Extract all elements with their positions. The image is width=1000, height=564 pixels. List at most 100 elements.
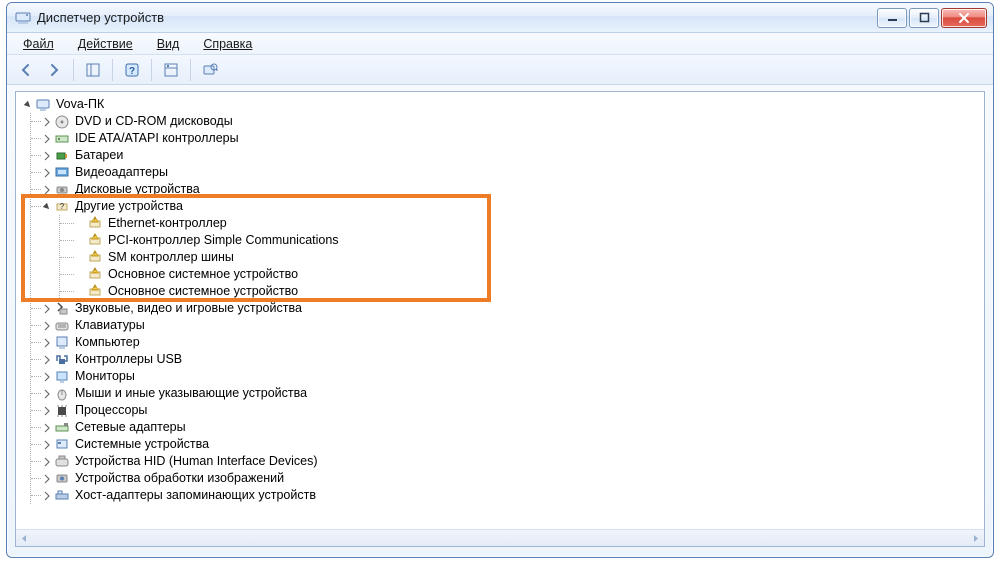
tree-device[interactable]: !Основное системное устройство (60, 283, 980, 300)
toolbar-separator (112, 59, 113, 81)
tree-device[interactable]: !Основное системное устройство (60, 266, 980, 283)
scan-hardware-button[interactable] (197, 57, 223, 83)
tree-category[interactable]: Видеоадаптеры (31, 164, 980, 181)
close-button[interactable] (941, 8, 987, 28)
scroll-right-icon[interactable] (967, 530, 984, 547)
tree-category[interactable]: Звуковые, видео и игровые устройства (31, 300, 980, 317)
unknown-device-warning-icon: ! (87, 250, 103, 266)
device-category-icon (54, 488, 70, 504)
expander-expand-icon[interactable] (41, 436, 53, 453)
tree-device[interactable]: ! SM контроллер шины (60, 249, 980, 266)
toolbar: ? (7, 55, 993, 85)
help-button[interactable]: ? (119, 57, 145, 83)
device-category-icon (54, 352, 70, 368)
tree-category[interactable]: Батареи (31, 147, 980, 164)
menu-help[interactable]: Справка (193, 35, 262, 53)
expander-expand-icon[interactable] (41, 487, 53, 504)
tree-category[interactable]: Мониторы (31, 368, 980, 385)
tree-category[interactable]: Компьютер (31, 334, 980, 351)
tree-category[interactable]: IDE ATA/ATAPI контроллеры (31, 130, 980, 147)
menu-action[interactable]: Действие (68, 35, 143, 53)
device-manager-window: Диспетчер устройств Файл Действие Вид Сп… (6, 2, 994, 558)
tree-device[interactable]: ! Ethernet-контроллер (60, 215, 980, 232)
tree-device-label: SM контроллер шины (106, 249, 236, 266)
expander-none (74, 215, 86, 232)
maximize-button[interactable] (909, 8, 939, 28)
tree-device[interactable]: ! PCI-контроллер Simple Communications (60, 232, 980, 249)
forward-button[interactable] (41, 57, 67, 83)
tree-root-label: Vova-ПК (54, 96, 106, 113)
horizontal-scrollbar[interactable] (16, 529, 984, 546)
tree-category[interactable]: Контроллеры USB (31, 351, 980, 368)
tree-category-label: Компьютер (73, 334, 142, 351)
tree-category-label: Сетевые адаптеры (73, 419, 188, 436)
scroll-track[interactable] (33, 530, 967, 546)
back-button[interactable] (13, 57, 39, 83)
expander-expand-icon[interactable] (41, 164, 53, 181)
expander-expand-icon[interactable] (41, 130, 53, 147)
device-category-icon (54, 182, 70, 198)
expander-none (74, 232, 86, 249)
tree-category-label: Процессоры (73, 402, 149, 419)
expander-expand-icon[interactable] (41, 419, 53, 436)
expander-none (74, 266, 86, 283)
expander-collapse-icon[interactable] (41, 198, 53, 215)
device-category-icon (54, 369, 70, 385)
tree-category[interactable]: DVD и CD-ROM дисководы (31, 113, 980, 130)
tree-category[interactable]: Системные устройства (31, 436, 980, 453)
device-category-icon (54, 386, 70, 402)
expander-expand-icon[interactable] (41, 317, 53, 334)
expander-expand-icon[interactable] (41, 368, 53, 385)
tree-category-label: Системные устройства (73, 436, 211, 453)
expander-expand-icon[interactable] (41, 470, 53, 487)
svg-text:!: ! (94, 251, 95, 257)
tree-category[interactable]: Устройства обработки изображений (31, 470, 980, 487)
expander-expand-icon[interactable] (41, 453, 53, 470)
tree-category[interactable]: Хост-адаптеры запоминающих устройств (31, 487, 980, 504)
tree-category[interactable]: Сетевые адаптеры (31, 419, 980, 436)
expander-expand-icon[interactable] (41, 147, 53, 164)
svg-text:!: ! (94, 234, 95, 240)
minimize-button[interactable] (877, 8, 907, 28)
unknown-device-warning-icon: ! (87, 267, 103, 283)
unknown-device-warning-icon: ! (87, 233, 103, 249)
expander-expand-icon[interactable] (41, 402, 53, 419)
device-tree[interactable]: Vova-ПК DVD и CD-ROM дисководыIDE ATA/AT… (16, 92, 984, 529)
device-category-icon (54, 454, 70, 470)
expander-expand-icon[interactable] (41, 334, 53, 351)
computer-icon (35, 97, 51, 113)
tree-category-label: DVD и CD-ROM дисководы (73, 113, 235, 130)
device-category-icon (54, 335, 70, 351)
tree-device-label: Ethernet-контроллер (106, 215, 229, 232)
expander-collapse-icon[interactable] (22, 96, 34, 113)
tree-category[interactable]: ?Другие устройства!Ethernet-контроллер!P… (31, 198, 980, 300)
expander-expand-icon[interactable] (41, 181, 53, 198)
tree-category-label: Батареи (73, 147, 125, 164)
tree-category[interactable]: Клавиатуры (31, 317, 980, 334)
svg-text:?: ? (129, 66, 135, 77)
tree-root[interactable]: Vova-ПК DVD и CD-ROM дисководыIDE ATA/AT… (22, 96, 980, 504)
expander-expand-icon[interactable] (41, 385, 53, 402)
tree-category-label: IDE ATA/ATAPI контроллеры (73, 130, 241, 147)
properties-button[interactable] (158, 57, 184, 83)
tree-category[interactable]: Процессоры (31, 402, 980, 419)
toolbar-separator (73, 59, 74, 81)
tree-device-label: PCI-контроллер Simple Communications (106, 232, 341, 249)
expander-expand-icon[interactable] (41, 351, 53, 368)
scroll-left-icon[interactable] (16, 530, 33, 547)
tree-category-label: Звуковые, видео и игровые устройства (73, 300, 304, 317)
unknown-device-icon: ? (54, 199, 70, 215)
device-category-icon (54, 437, 70, 453)
expander-expand-icon[interactable] (41, 113, 53, 130)
toolbar-separator (151, 59, 152, 81)
content-frame: Vova-ПК DVD и CD-ROM дисководыIDE ATA/AT… (15, 91, 985, 547)
expander-expand-icon[interactable] (41, 300, 53, 317)
tree-category[interactable]: Устройства HID (Human Interface Devices) (31, 453, 980, 470)
menu-view[interactable]: Вид (147, 35, 190, 53)
svg-text:!: ! (94, 217, 95, 223)
tree-category[interactable]: Дисковые устройства (31, 181, 980, 198)
menu-file[interactable]: Файл (13, 35, 64, 53)
show-hide-console-tree-button[interactable] (80, 57, 106, 83)
tree-category[interactable]: Мыши и иные указывающие устройства (31, 385, 980, 402)
tree-category-label: Хост-адаптеры запоминающих устройств (73, 487, 318, 504)
